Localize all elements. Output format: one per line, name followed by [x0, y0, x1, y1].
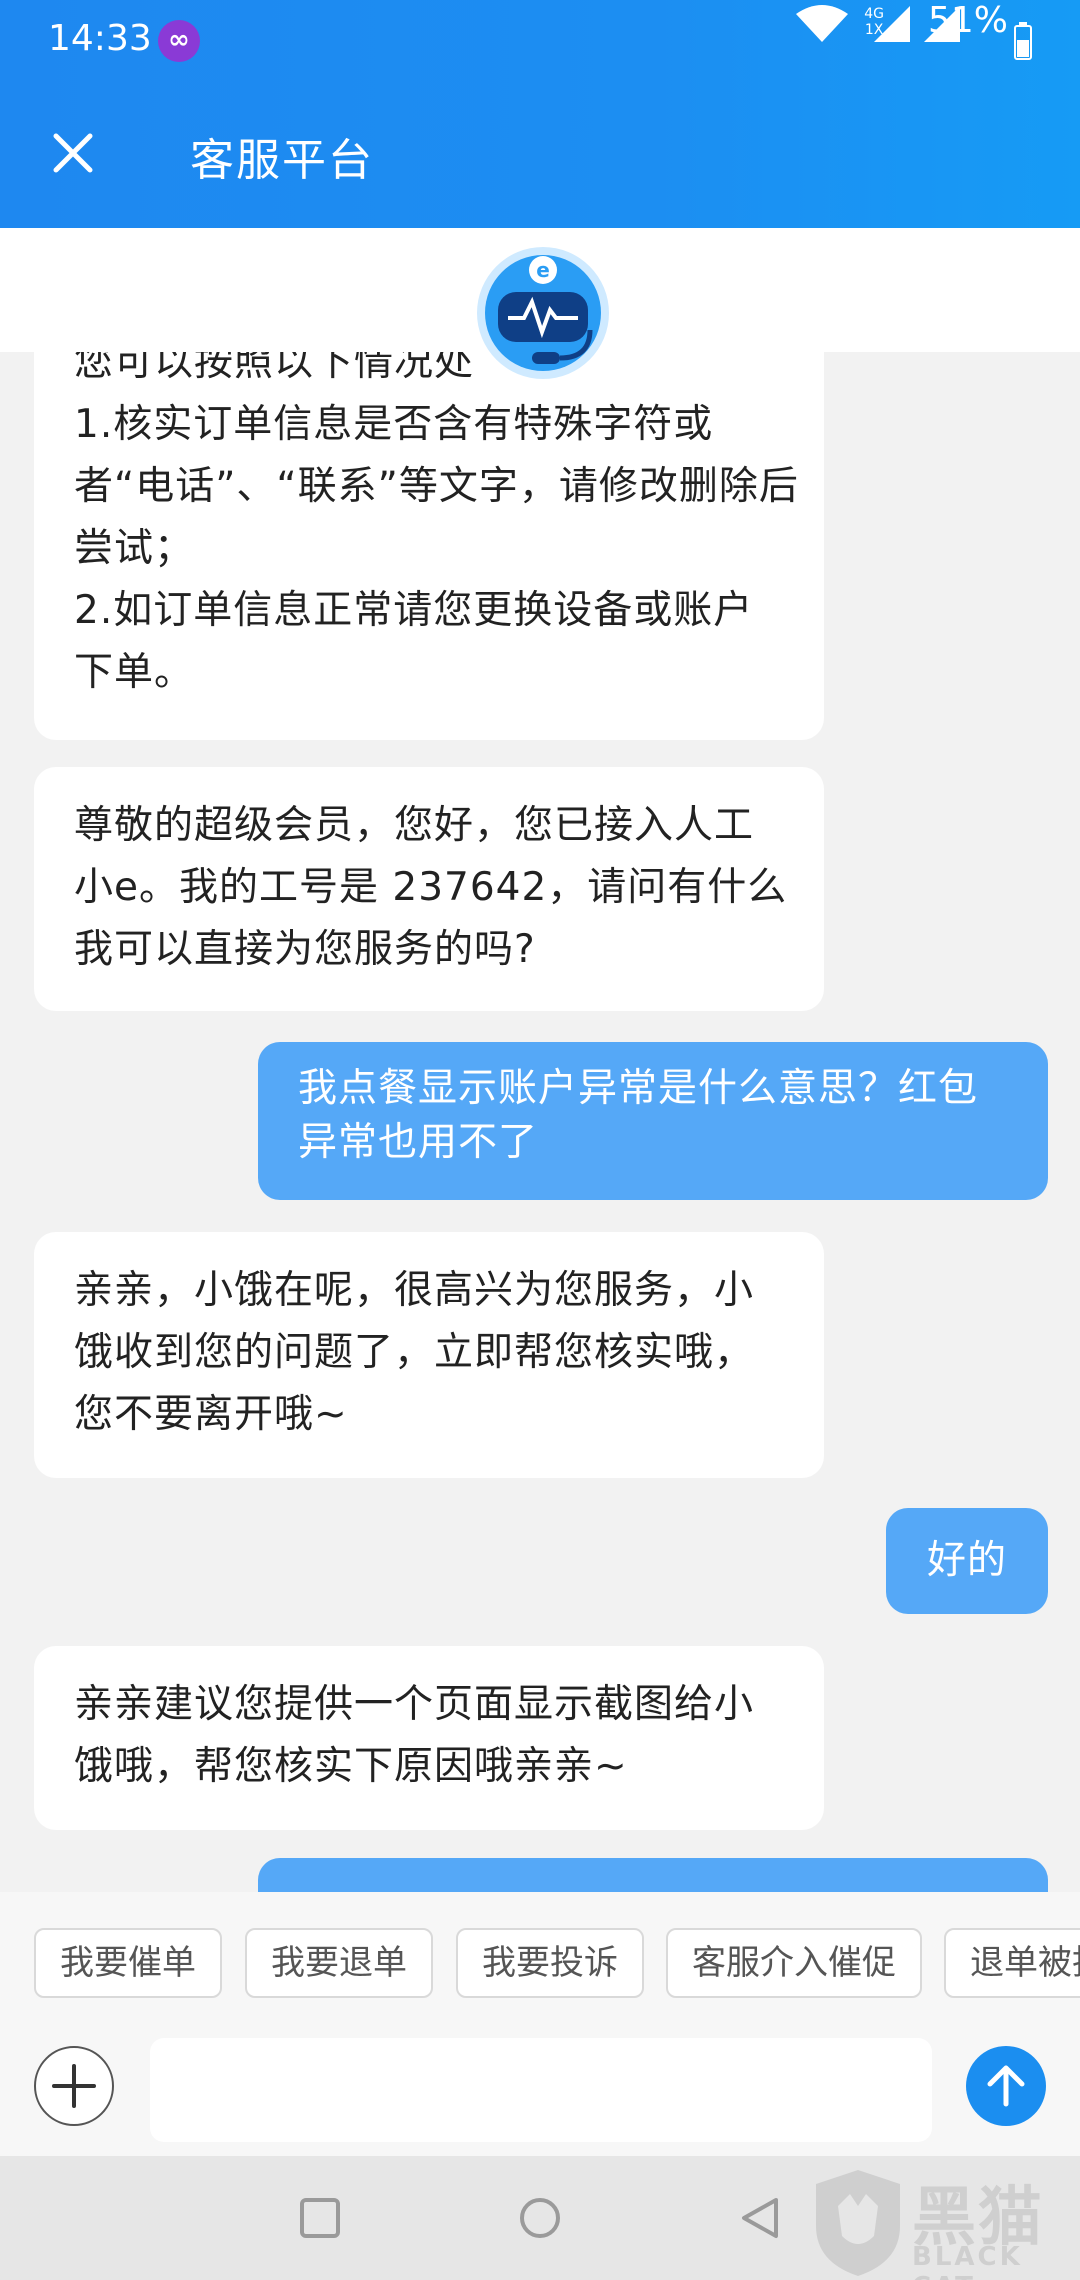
status-time: 14:33 [48, 18, 152, 59]
status-bar: 14:33 ∞ 4G 1X 51% [0, 0, 1080, 80]
input-bar [0, 2030, 1080, 2156]
quick-reply-bar: 我要催单 我要退单 我要投诉 客服介入催促 退单被拒 [0, 1892, 1080, 2030]
arrow-up-icon [987, 2065, 1025, 2107]
signal-icon [874, 6, 910, 42]
watermark-subtext: BLACK CAT [912, 2242, 1023, 2280]
message-line: 我点餐显示账户异常是什么意思？红包 [298, 1066, 979, 1111]
quick-reply-chip[interactable]: 客服介入催促 [666, 1928, 922, 1998]
home-icon[interactable] [516, 2194, 564, 2242]
quick-reply-chip[interactable]: 我要退单 [245, 1928, 433, 1998]
agent-avatar-icon: e [477, 247, 609, 379]
message-line: 者“电话”、“联系”等文字，请修改删除后 [74, 464, 799, 509]
message-line: 亲亲建议您提供一个页面显示截图给小 [74, 1682, 755, 1727]
user-message: 我点餐显示账户异常是什么意思？红包 异常也用不了 [258, 1042, 1048, 1200]
watermark-logo: 黑猫 BLACK CAT [808, 2166, 1080, 2280]
message-line: 小e。我的工号是 237642，请问有什么 [74, 865, 788, 910]
message-line: 亲亲，小饿在呢，很高兴为您服务，小 [74, 1268, 755, 1313]
back-icon[interactable] [736, 2194, 784, 2242]
agent-message: 亲亲，小饿在呢，很高兴为您服务，小 饿收到您的问题了，立即帮您核实哦， 您不要离… [34, 1232, 824, 1478]
battery-percent: 51% [927, 0, 1008, 41]
message-line: 尊敬的超级会员，您好，您已接入人工 [74, 803, 755, 848]
message-line: 尝试； [74, 526, 195, 571]
app-header: 14:33 ∞ 4G 1X 51% 客服平台 [0, 0, 1080, 228]
message-line: 下单。 [74, 650, 195, 695]
quick-reply-chip[interactable]: 退单被拒 [944, 1928, 1080, 1998]
wifi-icon [796, 5, 848, 42]
close-icon[interactable] [48, 128, 98, 178]
battery-icon [1014, 22, 1032, 60]
message-line: 异常也用不了 [298, 1120, 539, 1165]
user-message: 好的 [886, 1508, 1048, 1614]
message-line: 好的 [926, 1538, 1007, 1583]
message-line: 饿哦，帮您核实下原因哦亲亲~ [74, 1744, 628, 1789]
message-line: 您不要离开哦~ [74, 1392, 348, 1437]
cat-shield-icon [816, 2170, 900, 2276]
message-line: 2.如订单信息正常请您更换设备或账户 [74, 588, 754, 633]
infinity-icon: ∞ [158, 20, 200, 62]
recents-icon[interactable] [296, 2194, 344, 2242]
quick-reply-chip[interactable]: 我要催单 [34, 1928, 222, 1998]
agent-message: 尊敬的超级会员，您好，您已接入人工 小e。我的工号是 237642，请问有什么 … [34, 767, 824, 1011]
agent-message: 您可以按照以下情况处 1.核实订单信息是否含有特殊字符或 者“电话”、“联系”等… [34, 352, 824, 740]
quick-reply-chip[interactable]: 我要投诉 [456, 1928, 644, 1998]
send-button[interactable] [966, 2046, 1046, 2126]
agent-message: 亲亲建议您提供一个页面显示截图给小 饿哦，帮您核实下原因哦亲亲~ [34, 1646, 824, 1830]
message-line: 您可以按照以下情况处 [74, 352, 475, 385]
plus-icon [52, 2064, 96, 2108]
message-input[interactable] [150, 2038, 932, 2142]
message-line: 饿收到您的问题了，立即帮您核实哦， [74, 1330, 755, 1375]
user-message-partial [258, 1858, 1048, 1892]
message-line: 我可以直接为您服务的吗? [74, 927, 536, 972]
page-title: 客服平台 [190, 135, 374, 186]
message-line: 1.核实订单信息是否含有特殊字符或 [74, 402, 714, 447]
add-button[interactable] [34, 2046, 114, 2126]
chat-area[interactable]: 您可以按照以下情况处 1.核实订单信息是否含有特殊字符或 者“电话”、“联系”等… [0, 352, 1080, 1892]
svg-text:e: e [536, 258, 550, 282]
